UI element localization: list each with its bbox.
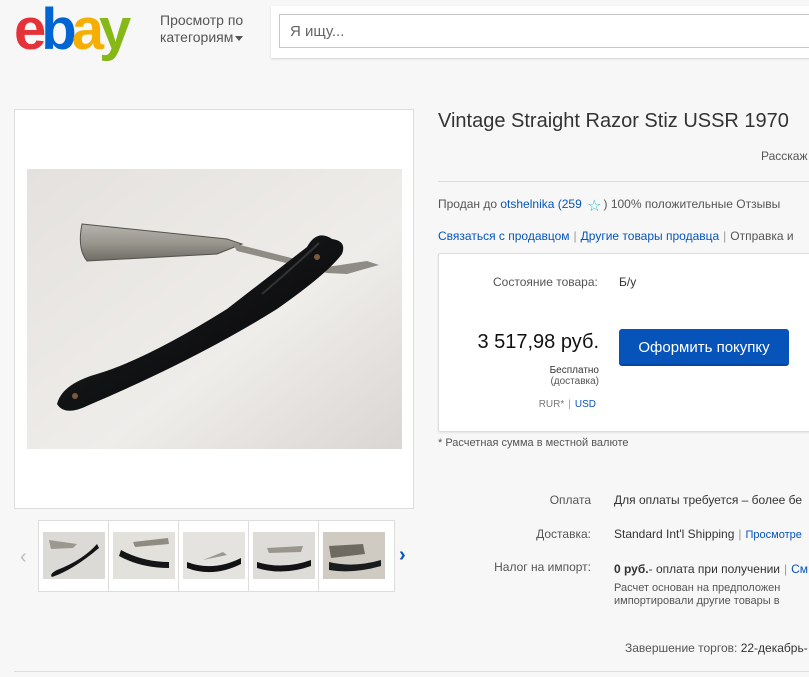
import-label: Налог на импорт: [494,560,591,574]
import-amount: 0 руб. [614,562,649,576]
star-icon: ☆ [587,198,602,215]
seller-name-link[interactable]: otshelnika [500,197,554,211]
import-note-line1: Расчет основан на предположен [614,582,781,594]
item-price: 3 517,98 руб. [477,331,599,353]
condition-value: Б/у [619,275,637,289]
other-items-link[interactable]: Другие товары продавца [581,229,720,243]
thumbnail-2[interactable] [109,521,179,591]
delivery-value-line: Standard Int'l Shipping | Просмотре [614,527,802,541]
follow-seller-link[interactable]: Отправка и [730,229,793,243]
seller-feedback: ) 100% положительные Отзывы [603,197,781,211]
currency-rur: RUR* [538,399,565,410]
thumbnail-image [323,532,385,579]
seller-links: Связаться с продавцом | Другие товары прод… [438,229,794,243]
condition-label: Состояние товара: [493,275,598,289]
seller-prefix: Продан до [438,197,498,211]
thumbnail-image [113,532,175,579]
divider [438,181,809,182]
delivery-details-link[interactable]: Просмотре [746,529,802,541]
divider [14,671,809,672]
thumbnail-image [43,532,105,579]
seller-info: Продан до otshelnika (259 ☆) 100% положи… [438,196,780,216]
payment-value: Для оплаты требуется – более бе [614,493,803,507]
browse-label-line2: категориям [160,29,234,45]
currency-switch: RUR* | USD [538,399,596,410]
search-input[interactable] [279,14,809,48]
ebay-logo[interactable]: ebay [14,1,131,59]
search-bar [271,6,809,58]
import-value-line: 0 руб.- оплата при получении | См [614,562,809,576]
thumbnail-1[interactable] [39,521,109,591]
item-title: Vintage Straight Razor Stiz USSR 1970 [438,110,789,132]
import-note-line2: импортировали другие товары в [614,595,780,607]
shipping-label: (доставка) [550,376,599,387]
thumbnail-strip [38,520,395,592]
payment-label: Оплата [549,493,591,507]
buy-box: Состояние товара: Б/у 3 517,98 руб. Бесп… [438,253,809,432]
main-product-image [27,169,402,449]
seller-score-link[interactable]: (259 [558,197,582,211]
caret-down-icon [235,35,244,41]
shipping-free: Бесплатно [549,365,599,376]
browse-categories-button[interactable]: Просмотр по категориям [160,12,244,46]
contact-seller-link[interactable]: Связаться с продавцом [438,229,570,243]
chevron-left-icon[interactable]: ‹ [20,546,27,569]
site-header: ebay Просмотр по категориям [0,0,809,64]
thumbnail-image [183,532,245,579]
thumbnail-4[interactable] [249,521,319,591]
import-value: - оплата при получении [648,562,780,576]
thumbnail-image [253,532,315,579]
import-details-link[interactable]: См [791,562,808,576]
end-label: Завершение торгов: [625,641,738,655]
buy-it-now-button[interactable]: Оформить покупку [619,329,789,366]
end-value: 22-декабрь- [740,641,808,655]
currency-note: * Расчетная сумма в местной валюте [438,437,629,449]
auction-end: Завершение торгов: 22-декабрь- [625,641,808,655]
currency-usd-link[interactable]: USD [575,399,596,410]
chevron-right-icon[interactable]: › [399,544,406,567]
delivery-value: Standard Int'l Shipping [614,527,735,541]
share-link[interactable]: Расскаж [761,149,808,163]
browse-label-line1: Просмотр по [160,12,244,28]
thumbnail-5[interactable] [319,521,389,591]
main-image-container[interactable] [14,109,414,509]
delivery-label: Доставка: [536,527,591,541]
thumbnail-3[interactable] [179,521,249,591]
